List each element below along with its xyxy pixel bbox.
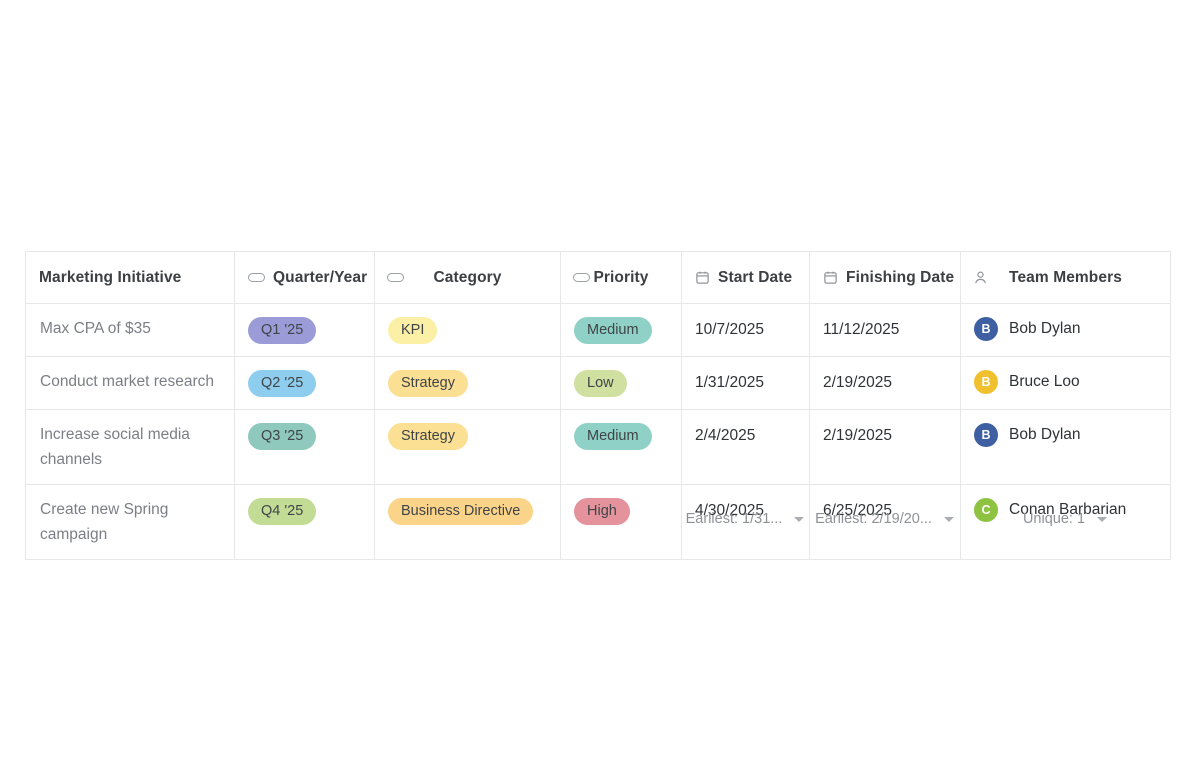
column-header-category[interactable]: Category bbox=[374, 251, 561, 304]
cell-category[interactable]: Strategy bbox=[374, 356, 561, 410]
table-row[interactable]: Max CPA of $35 Q1 '25 KPI Medium 10/7/2025 11… bbox=[25, 303, 1171, 357]
table-header: Marketing Initiative Quarter/Year Catego… bbox=[25, 251, 1171, 304]
priority-chip[interactable]: Medium bbox=[574, 423, 652, 450]
chevron-down-icon[interactable] bbox=[794, 516, 805, 522]
cell-priority[interactable]: Medium bbox=[560, 409, 682, 485]
member-name: Bob Dylan bbox=[1009, 320, 1081, 337]
member-name: Bruce Loo bbox=[1009, 373, 1080, 390]
initiative-link[interactable]: Max CPA of $35 bbox=[40, 320, 151, 337]
cell-priority[interactable]: Medium bbox=[560, 303, 682, 357]
summary-members[interactable]: Unique: 1 bbox=[960, 498, 1170, 540]
cell-start-date[interactable]: 1/31/2025 bbox=[681, 356, 810, 410]
column-header-label-start-date: Start Date bbox=[718, 268, 793, 286]
category-chip[interactable]: Strategy bbox=[388, 370, 468, 397]
summary-spacer-initiative bbox=[25, 498, 234, 540]
start-date-value: 1/31/2025 bbox=[695, 374, 764, 391]
column-header-priority[interactable]: Priority bbox=[560, 251, 682, 304]
initiative-link[interactable]: Increase social media channels bbox=[40, 426, 190, 468]
summary-spacer-quarter bbox=[234, 498, 374, 540]
chevron-down-icon[interactable] bbox=[943, 516, 954, 522]
calendar-icon bbox=[823, 270, 838, 285]
cell-team-members[interactable]: B Bob Dylan bbox=[960, 409, 1171, 485]
chevron-down-icon[interactable] bbox=[1097, 516, 1108, 522]
finishing-date-value: 11/12/2025 bbox=[823, 321, 900, 338]
column-header-initiative[interactable]: Marketing Initiative bbox=[25, 251, 235, 304]
summary-finish[interactable]: Earliest: 2/19/20... bbox=[809, 498, 960, 540]
header-row: Marketing Initiative Quarter/Year Catego… bbox=[25, 251, 1171, 304]
category-chip[interactable]: Strategy bbox=[388, 423, 468, 450]
column-header-start-date[interactable]: Start Date bbox=[681, 251, 810, 304]
screenshot-canvas: Marketing Initiative Quarter/Year Catego… bbox=[0, 0, 1200, 776]
category-chip[interactable]: KPI bbox=[388, 317, 438, 344]
priority-chip[interactable]: Low bbox=[574, 370, 627, 397]
cell-priority[interactable]: Low bbox=[560, 356, 682, 410]
summary-spacer-category bbox=[374, 498, 560, 540]
cell-quarter[interactable]: Q3 '25 bbox=[234, 409, 375, 485]
summary-label-finish: Earliest: 2/19/20... bbox=[815, 511, 932, 527]
avatar: B bbox=[974, 317, 998, 341]
column-header-quarter[interactable]: Quarter/Year bbox=[234, 251, 375, 304]
calendar-icon bbox=[695, 270, 710, 285]
cell-quarter[interactable]: Q1 '25 bbox=[234, 303, 375, 357]
cell-category[interactable]: KPI bbox=[374, 303, 561, 357]
start-date-value: 10/7/2025 bbox=[695, 321, 764, 338]
column-header-finishing-date[interactable]: Finishing Date bbox=[809, 251, 961, 304]
summary-label-members: Unique: 1 bbox=[1022, 511, 1086, 527]
priority-chip[interactable]: Medium bbox=[574, 317, 652, 344]
cell-quarter[interactable]: Q2 '25 bbox=[234, 356, 375, 410]
column-header-label-quarter: Quarter/Year bbox=[273, 268, 368, 286]
summary-label-start: Earliest: 1/31... bbox=[685, 511, 783, 527]
finishing-date-value: 2/19/2025 bbox=[823, 374, 892, 391]
summary-spacer-priority bbox=[560, 498, 681, 540]
cell-finishing-date[interactable]: 11/12/2025 bbox=[809, 303, 961, 357]
finishing-date-value: 2/19/2025 bbox=[823, 427, 892, 444]
column-header-label-team-members: Team Members bbox=[1009, 268, 1122, 286]
cell-team-members[interactable]: B Bruce Loo bbox=[960, 356, 1171, 410]
cell-start-date[interactable]: 2/4/2025 bbox=[681, 409, 810, 485]
cell-finishing-date[interactable]: 2/19/2025 bbox=[809, 356, 961, 410]
quarter-chip[interactable]: Q1 '25 bbox=[248, 317, 317, 344]
cell-category[interactable]: Strategy bbox=[374, 409, 561, 485]
column-header-label-finishing-date: Finishing Date bbox=[846, 268, 955, 286]
pill-icon bbox=[387, 273, 404, 282]
table-row[interactable]: Increase social media channels Q3 '25 Stra… bbox=[25, 409, 1171, 485]
person-icon bbox=[973, 270, 988, 285]
initiative-link[interactable]: Conduct market research bbox=[40, 373, 215, 390]
start-date-value: 2/4/2025 bbox=[695, 427, 756, 444]
column-summary-row: Earliest: 1/31... Earliest: 2/19/20... Uni… bbox=[25, 498, 1170, 540]
cell-initiative[interactable]: Conduct market research bbox=[25, 356, 235, 410]
quarter-chip[interactable]: Q2 '25 bbox=[248, 370, 317, 397]
member-name: Bob Dylan bbox=[1009, 426, 1081, 443]
pill-icon bbox=[248, 273, 265, 282]
avatar: B bbox=[974, 423, 998, 447]
cell-team-members[interactable]: B Bob Dylan bbox=[960, 303, 1171, 357]
column-header-team-members[interactable]: Team Members bbox=[960, 251, 1171, 304]
avatar: B bbox=[974, 370, 998, 394]
cell-initiative[interactable]: Increase social media channels bbox=[25, 409, 235, 485]
cell-finishing-date[interactable]: 2/19/2025 bbox=[809, 409, 961, 485]
summary-start[interactable]: Earliest: 1/31... bbox=[681, 498, 809, 540]
cell-initiative[interactable]: Max CPA of $35 bbox=[25, 303, 235, 357]
quarter-chip[interactable]: Q3 '25 bbox=[248, 423, 317, 450]
pill-icon bbox=[573, 273, 590, 282]
column-header-label-category: Category bbox=[433, 268, 502, 286]
column-header-label-priority: Priority bbox=[593, 268, 649, 286]
table-row[interactable]: Conduct market research Q2 '25 Strategy Low… bbox=[25, 356, 1171, 410]
cell-start-date[interactable]: 10/7/2025 bbox=[681, 303, 810, 357]
column-header-label-initiative: Marketing Initiative bbox=[39, 268, 182, 286]
